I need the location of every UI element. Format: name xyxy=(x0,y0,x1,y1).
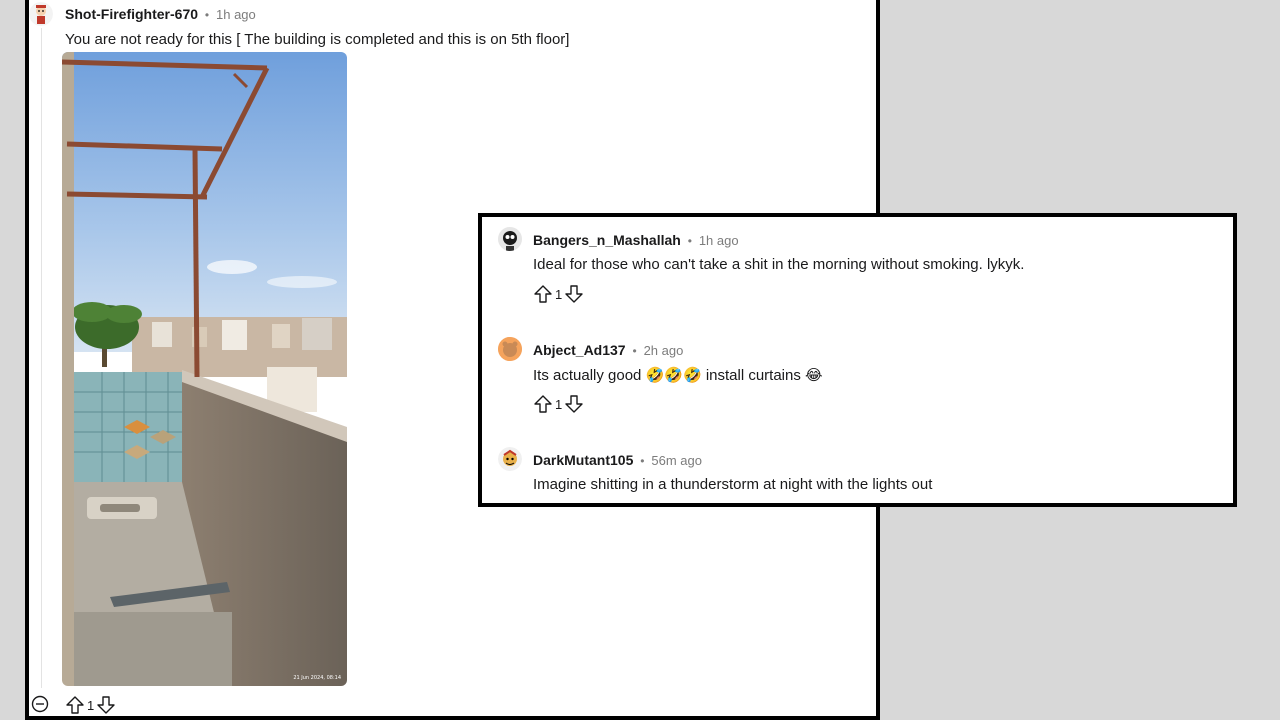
timestamp[interactable]: 1h ago xyxy=(216,7,256,22)
arrow-down-icon[interactable] xyxy=(96,695,116,715)
reply-body: Ideal for those who can't take a shit in… xyxy=(533,256,1025,273)
photo-timestamp: 21 Jun 2024, 08:14 xyxy=(293,675,341,681)
replies-panel: Bangers_n_Mashallah • 1h ago Ideal for t… xyxy=(478,213,1237,507)
arrow-up-icon[interactable] xyxy=(533,284,553,304)
timestamp[interactable]: 56m ago xyxy=(651,453,702,468)
arrow-up-icon[interactable] xyxy=(533,394,553,414)
laughing-emoji: 😂 xyxy=(805,367,823,384)
reply-meta: Bangers_n_Mashallah • 1h ago xyxy=(533,232,739,248)
minus-circle-icon xyxy=(31,695,49,713)
avatar-abject-ad137[interactable] xyxy=(498,337,522,361)
avatar-shot-firefighter[interactable] xyxy=(29,2,53,26)
username[interactable]: Shot-Firefighter-670 xyxy=(65,6,198,22)
thread-line[interactable] xyxy=(41,28,42,688)
username[interactable]: Bangers_n_Mashallah xyxy=(533,232,681,248)
vote-count: 1 xyxy=(555,286,563,302)
arrow-down-icon[interactable] xyxy=(564,394,584,414)
comment-body: You are not ready for this [ The buildin… xyxy=(65,31,570,48)
reply-body: Its actually good 🤣🤣🤣 install curtains 😂 xyxy=(533,366,823,384)
avatar-bangers-n-mashallah[interactable] xyxy=(498,227,522,251)
vote-controls: 1 xyxy=(533,284,584,304)
meta-separator: • xyxy=(632,344,637,358)
reply-body: Imagine shitting in a thunderstorm at ni… xyxy=(533,476,933,493)
reply-meta: DarkMutant105 • 56m ago xyxy=(533,452,702,468)
username[interactable]: DarkMutant105 xyxy=(533,452,633,468)
rofl-emoji: 🤣 xyxy=(682,367,702,384)
vote-count: 1 xyxy=(555,396,563,412)
vote-controls: 1 xyxy=(65,695,116,715)
vote-count: 1 xyxy=(87,697,95,713)
reply-meta: Abject_Ad137 • 2h ago xyxy=(533,342,683,358)
vote-controls: 1 xyxy=(533,394,584,414)
timestamp[interactable]: 2h ago xyxy=(644,343,684,358)
timestamp[interactable]: 1h ago xyxy=(699,233,739,248)
meta-separator: • xyxy=(640,454,645,468)
comment-image[interactable]: 21 Jun 2024, 08:14 xyxy=(62,52,347,686)
avatar-darkmutant105[interactable] xyxy=(498,447,522,471)
reply-text-end: install curtains xyxy=(705,367,801,384)
meta-separator: • xyxy=(204,8,210,22)
meta-separator: • xyxy=(687,234,692,248)
comment-meta: Shot-Firefighter-670 • 1h ago xyxy=(65,6,256,22)
rofl-emoji: 🤣 xyxy=(664,367,683,384)
rofl-emoji: 🤣 xyxy=(645,367,665,384)
reply-text-start: Its actually good xyxy=(533,367,642,384)
username[interactable]: Abject_Ad137 xyxy=(533,342,626,358)
arrow-down-icon[interactable] xyxy=(564,284,584,304)
collapse-button[interactable] xyxy=(31,695,49,713)
arrow-up-icon[interactable] xyxy=(65,695,85,715)
